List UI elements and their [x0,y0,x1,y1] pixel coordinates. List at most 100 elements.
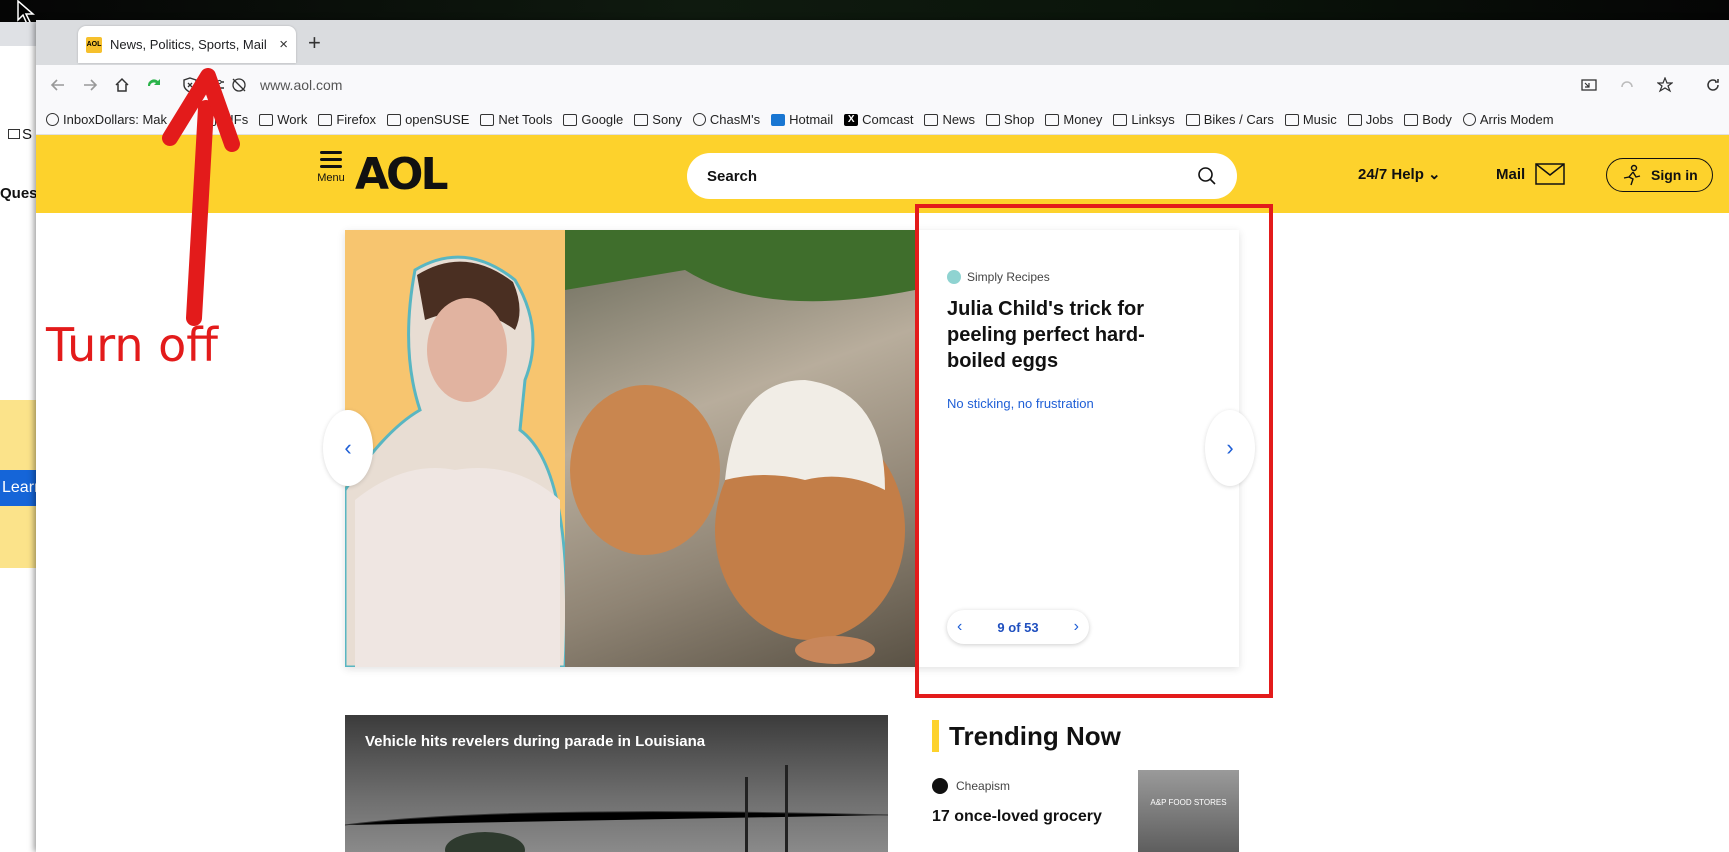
running-man-icon [1623,164,1641,186]
bookmark-money[interactable]: Money [1045,112,1102,127]
bookmark-jobs[interactable]: Jobs [1347,112,1393,127]
trending-heading: Trending Now [932,720,1121,752]
bookmark-net-tools[interactable]: Net Tools [480,112,552,127]
forward-button[interactable] [74,69,106,101]
folder-icon [1045,113,1060,126]
tab-close-icon[interactable]: × [279,36,288,53]
julia-child-portrait-illustration [345,255,569,667]
loading-button [1611,69,1643,101]
cheapism-logo-icon [932,778,948,794]
outlook-icon [771,113,786,126]
bookmark-shop[interactable]: Shop [985,112,1034,127]
folder-icon [1113,113,1128,126]
folder-icon [318,113,333,126]
bookmark-body[interactable]: Body [1404,112,1452,127]
bookmark-music[interactable]: Music [1284,112,1337,127]
story-source: Simply Recipes [947,270,1219,284]
bookmark-news[interactable]: News [924,112,975,127]
back-button[interactable] [42,69,74,101]
bookmark-bikes-cars[interactable]: Bikes / Cars [1185,112,1274,127]
aol-logo[interactable]: AOL [355,149,448,200]
chevron-down-icon: ⌄ [1428,166,1441,183]
search-input[interactable]: Search [687,153,1237,199]
sign-in-label: Sign in [1651,167,1698,183]
bookmark-linksys[interactable]: Linksys [1113,112,1175,127]
trending-heading-label: Trending Now [949,720,1121,751]
folder-icon [387,113,402,126]
new-tab-button[interactable]: + [308,30,321,56]
simply-recipes-logo-icon [947,270,961,284]
mail-link[interactable]: Mail [1496,163,1565,185]
trending-item-thumbnail[interactable]: A&P FOOD STORES [1138,770,1239,852]
hero-image[interactable] [345,230,915,667]
folder-icon [1404,113,1419,126]
pager-prev-icon[interactable]: ‹ [957,618,962,636]
hero-image-portrait-panel [345,230,569,667]
bookmark-opensuse[interactable]: openSUSE [387,112,469,127]
trending-source: Cheapism [932,778,1010,794]
desktop-background [0,0,1729,22]
star-icon [1657,77,1673,93]
url-bar[interactable]: www.aol.com [260,77,342,93]
folder-icon [1347,113,1362,126]
eggs-illustration [565,230,915,664]
background-window: S Quest Learn [0,22,38,852]
bookmark-firefox[interactable]: Firefox [318,112,376,127]
chevron-right-icon: › [1226,435,1234,460]
help-dropdown[interactable]: 24/7 Help ⌄ [1358,165,1441,183]
story-headline[interactable]: Julia Child's trick for peeling perfect … [947,296,1167,374]
help-label: 24/7 Help [1358,166,1424,183]
sign-in-button[interactable]: Sign in [1606,158,1713,192]
home-button[interactable] [106,69,138,101]
folder-icon [1185,113,1200,126]
pager-count: 9 of 53 [997,619,1039,635]
folder-icon [924,113,939,126]
globe-icon [692,113,706,126]
thumbnail-sign-text: A&P FOOD STORES [1150,798,1227,807]
globe-icon [46,113,59,126]
tab-aol[interactable]: AOL News, Politics, Sports, Mail × [78,26,296,63]
folder-icon [985,113,1000,126]
bookmark-chasms[interactable]: ChasM's [692,112,760,127]
pager-next-icon[interactable]: › [1074,618,1079,636]
bookmark-star-button[interactable] [1649,69,1681,101]
envelope-icon [1535,163,1565,185]
background-bookmark-item: S [8,126,32,143]
bookmark-arris-modem[interactable]: Arris Modem [1462,112,1554,127]
picture-in-picture-button[interactable] [1573,69,1605,101]
bookmarks-bar: InboxDollars: Mak GIFs Work Firefox open… [36,105,1729,135]
menu-button[interactable]: Menu [311,147,351,184]
story-subhead[interactable]: No sticking, no frustration [947,396,1219,411]
bookmark-comcast[interactable]: X Comcast [844,112,913,127]
annotation-arrow-icon [162,68,240,326]
x-icon: X [844,113,859,126]
bookmark-google[interactable]: Google [563,112,623,127]
hero-story-card[interactable]: Simply Recipes Julia Child's trick for p… [925,230,1239,667]
browser-window: AOL News, Politics, Sports, Mail × + www… [36,20,1729,852]
search-placeholder: Search [707,167,758,185]
reload-button[interactable] [1697,69,1729,101]
back-arrow-icon [50,79,64,91]
trending-accent-bar [932,720,939,752]
loading-spinner-icon [1621,81,1633,88]
annotation-text: Turn off [46,318,218,372]
bookmark-inboxdollars[interactable]: InboxDollars: Mak [46,112,167,127]
hero-image-eggs-panel [565,230,915,667]
folder-icon [634,113,649,126]
aol-page: Menu AOL Search 24/7 Help ⌄ Mail Sign in [36,135,1729,852]
video-story[interactable]: Vehicle hits revelers during parade in L… [345,715,888,852]
carousel-prev-button[interactable]: ‹ [323,410,373,486]
search-icon[interactable] [1197,166,1217,186]
navigation-toolbar: www.aol.com [36,65,1729,105]
carousel-next-button[interactable]: › [1205,410,1255,486]
background-learn-button[interactable]: Learn [0,470,37,506]
picture-in-picture-icon [1581,79,1597,91]
hamburger-icon [311,151,351,168]
folder-icon [1284,113,1299,126]
trending-item-title[interactable]: 17 once-loved grocery [932,808,1102,826]
bookmark-sony[interactable]: Sony [634,112,682,127]
folder-icon [563,113,578,126]
menu-label: Menu [317,172,345,184]
bookmark-hotmail[interactable]: Hotmail [771,112,833,127]
chevron-left-icon: ‹ [344,435,352,460]
